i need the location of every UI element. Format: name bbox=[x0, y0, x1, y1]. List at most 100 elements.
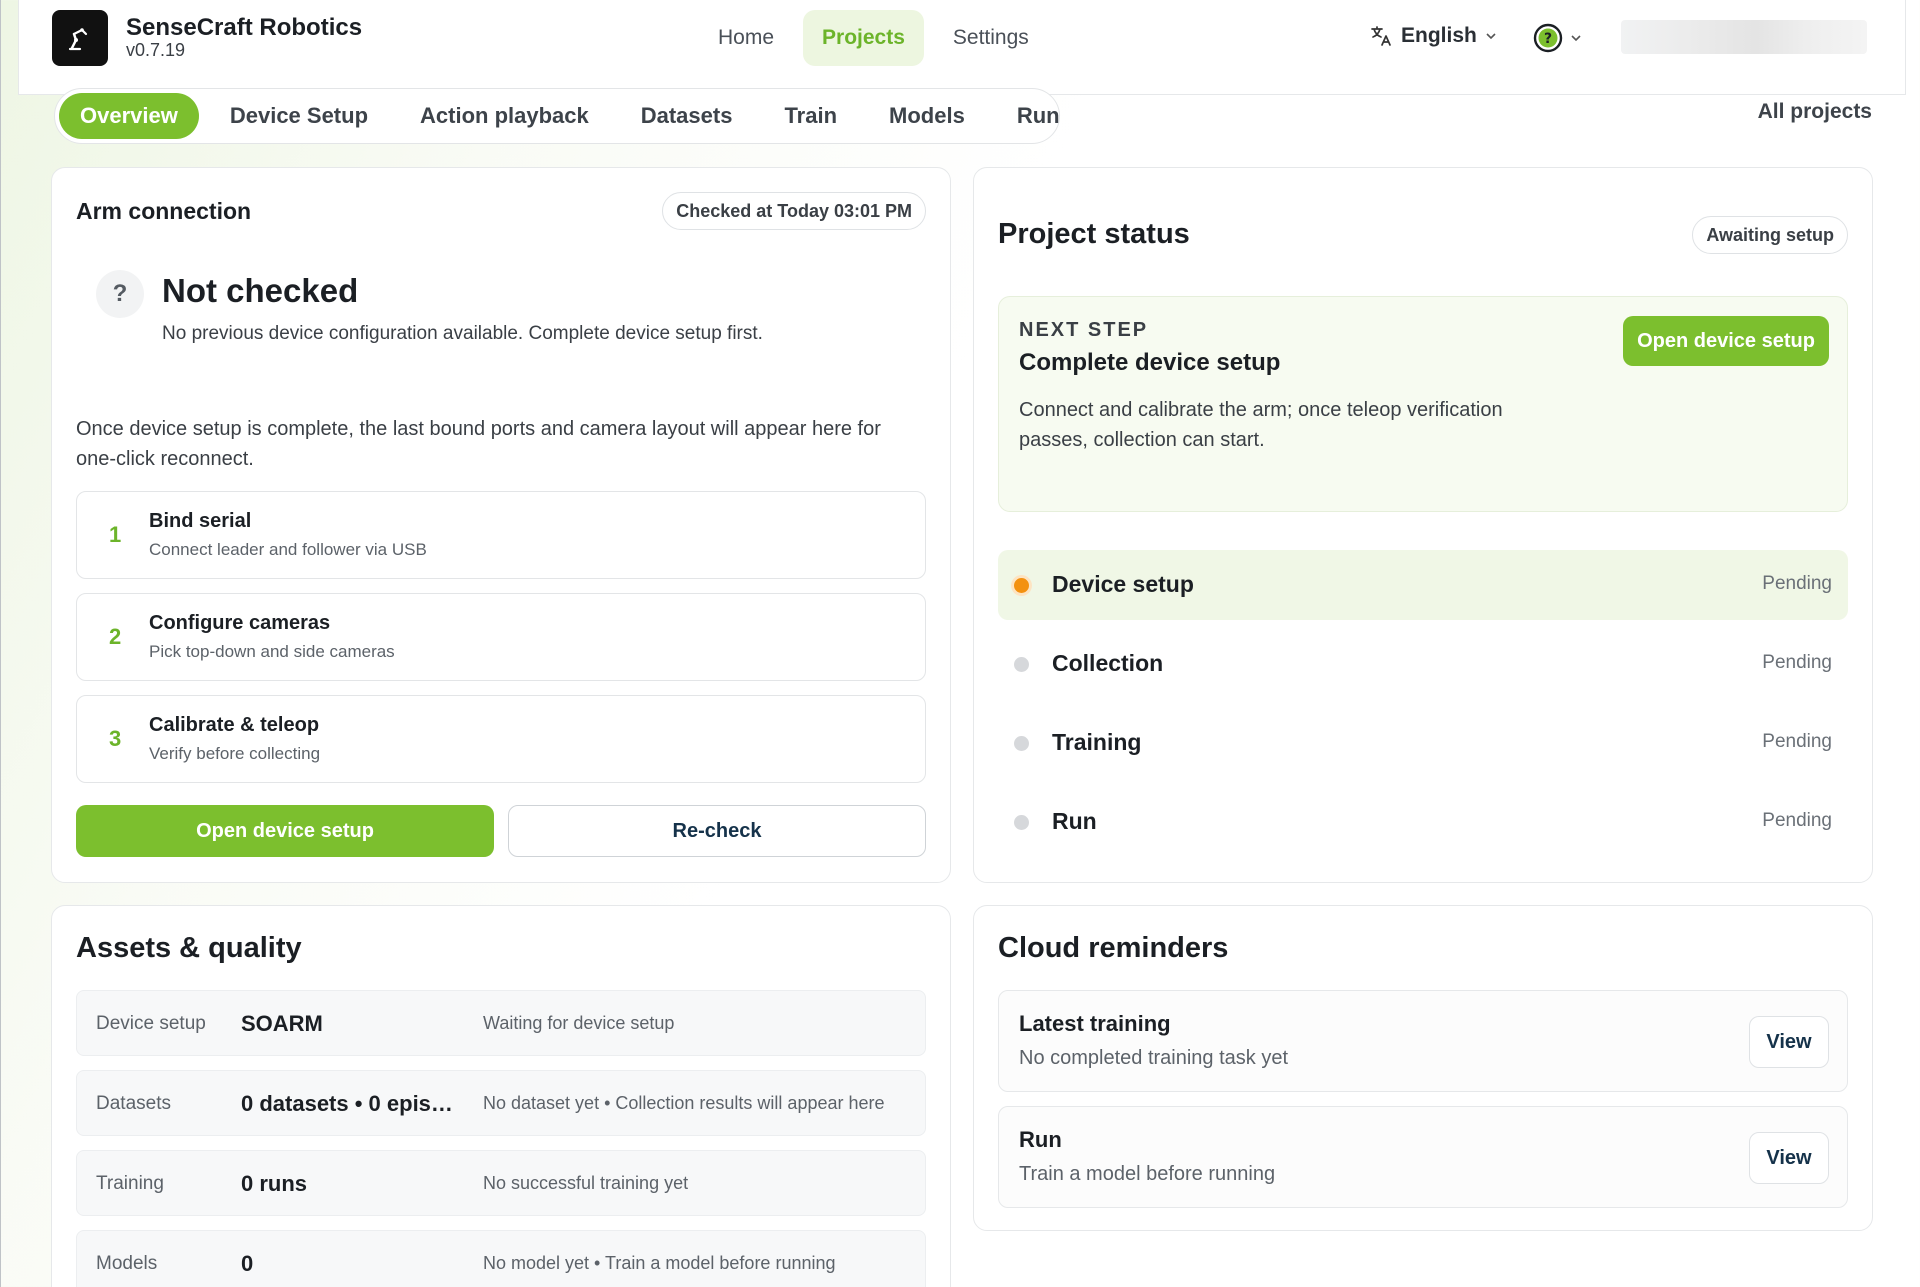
tab-action-playback[interactable]: Action playback bbox=[399, 93, 610, 139]
step-title: Configure cameras bbox=[149, 612, 331, 634]
asset-row: Models 0 No model yet • Train a model be… bbox=[76, 1230, 926, 1287]
assets-quality-card: Assets & quality Device setup SOARM Wait… bbox=[51, 905, 951, 1287]
tab-device-setup[interactable]: Device Setup bbox=[209, 93, 389, 139]
main-nav: Home Projects Settings bbox=[699, 10, 1048, 66]
nav-projects[interactable]: Projects bbox=[803, 10, 924, 66]
stage-device-setup[interactable]: Device setup Pending bbox=[998, 550, 1848, 620]
stage-status: Pending bbox=[1762, 810, 1832, 831]
setup-step: 1 Bind serial Connect leader and followe… bbox=[76, 491, 926, 579]
help-icon: ? bbox=[1533, 23, 1563, 53]
svg-text:?: ? bbox=[1544, 31, 1552, 47]
reconnect-info: Once device setup is complete, the last … bbox=[76, 418, 881, 470]
chevron-down-icon bbox=[1571, 35, 1581, 42]
connection-state-desc: No previous device configuration availab… bbox=[162, 323, 763, 344]
stage-name: Training bbox=[1052, 729, 1142, 755]
reminder-subtitle: No completed training task yet bbox=[1019, 1047, 1289, 1069]
app-logo[interactable] bbox=[52, 10, 108, 66]
language-label: English bbox=[1401, 24, 1477, 47]
asset-label: Device setup bbox=[96, 1013, 206, 1034]
asset-note: Waiting for device setup bbox=[483, 1013, 675, 1033]
cloud-reminder-item: Run Train a model before running View bbox=[998, 1106, 1848, 1208]
asset-value: 0 datasets • 0 episodes bbox=[241, 1091, 459, 1116]
setup-step: 3 Calibrate & teleop Verify before colle… bbox=[76, 695, 926, 783]
status-card-title: Project status bbox=[998, 218, 1190, 250]
asset-note: No dataset yet • Collection results will… bbox=[483, 1093, 885, 1113]
stage-name: Collection bbox=[1052, 650, 1164, 676]
asset-label: Training bbox=[96, 1173, 164, 1194]
step-number: 1 bbox=[109, 522, 122, 547]
reminder-subtitle: Train a model before running bbox=[1019, 1163, 1276, 1185]
step-subtitle: Connect leader and follower via USB bbox=[149, 540, 427, 559]
tab-train[interactable]: Train bbox=[763, 93, 858, 139]
all-projects-link[interactable]: All projects bbox=[1758, 100, 1872, 124]
step-subtitle: Pick top-down and side cameras bbox=[149, 642, 395, 661]
question-icon: ? bbox=[96, 270, 144, 318]
help-menu[interactable]: ? bbox=[1532, 22, 1582, 54]
next-step-title: Complete device setup bbox=[1019, 349, 1281, 376]
stage-training[interactable]: Training Pending bbox=[998, 708, 1848, 778]
asset-note: No successful training yet bbox=[483, 1173, 689, 1193]
translate-icon bbox=[1371, 26, 1391, 46]
tab-overview[interactable]: Overview bbox=[59, 93, 199, 139]
next-step-panel: NEXT STEP Complete device setup Connect … bbox=[998, 296, 1848, 512]
stage-collection[interactable]: Collection Pending bbox=[998, 629, 1848, 699]
robot-arm-icon bbox=[68, 28, 88, 51]
chevron-down-icon bbox=[1486, 33, 1496, 40]
checked-at-badge: Checked at Today 03:01 PM bbox=[662, 192, 926, 230]
open-device-setup-button[interactable]: Open device setup bbox=[1623, 316, 1829, 366]
step-subtitle: Verify before collecting bbox=[149, 744, 321, 763]
nav-settings[interactable]: Settings bbox=[934, 10, 1048, 66]
stage-name: Run bbox=[1052, 808, 1097, 834]
next-step-desc: Connect and calibrate the arm; once tele… bbox=[1019, 399, 1503, 451]
tab-run[interactable]: Run bbox=[996, 93, 1081, 139]
open-device-setup-button[interactable]: Open device setup bbox=[76, 805, 494, 857]
stage-status: Pending bbox=[1762, 652, 1832, 673]
app-version: v0.7.19 bbox=[126, 40, 186, 60]
stage-run[interactable]: Run Pending bbox=[998, 787, 1848, 857]
window-edge bbox=[0, 0, 1, 1287]
view-latest-training-button[interactable]: View bbox=[1749, 1016, 1829, 1068]
cloud-card-title: Cloud reminders bbox=[998, 932, 1229, 964]
step-number: 2 bbox=[109, 624, 122, 649]
asset-value: 0 runs bbox=[241, 1171, 308, 1196]
status-badge: Awaiting setup bbox=[1692, 216, 1848, 254]
asset-note: No model yet • Train a model before runn… bbox=[483, 1253, 836, 1273]
stage-status-dot bbox=[1014, 736, 1029, 751]
project-tabs: Overview Device Setup Action playback Da… bbox=[54, 88, 1060, 144]
tab-datasets[interactable]: Datasets bbox=[620, 93, 754, 139]
step-title: Calibrate & teleop bbox=[149, 714, 320, 736]
view-run-button[interactable]: View bbox=[1749, 1132, 1829, 1184]
step-title: Bind serial bbox=[149, 510, 252, 532]
language-selector[interactable]: English bbox=[1369, 24, 1497, 48]
tab-models[interactable]: Models bbox=[868, 93, 986, 139]
asset-row: Datasets 0 datasets • 0 episodes No data… bbox=[76, 1070, 926, 1136]
asset-row: Device setup SOARM Waiting for device se… bbox=[76, 990, 926, 1056]
stage-status-dot bbox=[1014, 657, 1029, 672]
asset-row: Training 0 runs No successful training y… bbox=[76, 1150, 926, 1216]
arm-card-title: Arm connection bbox=[76, 198, 252, 224]
reminder-title: Latest training bbox=[1019, 1011, 1171, 1036]
asset-value: SOARM bbox=[241, 1011, 323, 1036]
stage-status-dot bbox=[1014, 815, 1029, 830]
step-number: 3 bbox=[109, 726, 122, 751]
cloud-reminders-card: Cloud reminders Latest training No compl… bbox=[973, 905, 1873, 1231]
app-title: SenseCraft Robotics bbox=[126, 14, 363, 41]
assets-card-title: Assets & quality bbox=[76, 932, 302, 964]
connection-state-title: Not checked bbox=[162, 272, 359, 309]
project-status-card: Project status Awaiting setup NEXT STEP … bbox=[973, 167, 1873, 883]
nav-home[interactable]: Home bbox=[699, 10, 793, 66]
setup-step: 2 Configure cameras Pick top-down and si… bbox=[76, 593, 926, 681]
stage-name: Device setup bbox=[1052, 571, 1194, 597]
asset-label: Datasets bbox=[96, 1093, 171, 1114]
arm-connection-card: Arm connection Checked at Today 03:01 PM… bbox=[51, 167, 951, 883]
stage-status: Pending bbox=[1762, 573, 1832, 594]
top-header: SenseCraft Robotics v0.7.19 Home Project… bbox=[18, 0, 1906, 95]
stage-status-dot bbox=[1014, 578, 1029, 593]
user-account[interactable] bbox=[1621, 20, 1867, 54]
stage-status: Pending bbox=[1762, 731, 1832, 752]
cloud-reminder-item: Latest training No completed training ta… bbox=[998, 990, 1848, 1092]
reminder-title: Run bbox=[1019, 1127, 1062, 1152]
recheck-button[interactable]: Re-check bbox=[508, 805, 926, 857]
next-step-label: NEXT STEP bbox=[1019, 319, 1149, 341]
asset-value: 0 bbox=[241, 1251, 254, 1276]
